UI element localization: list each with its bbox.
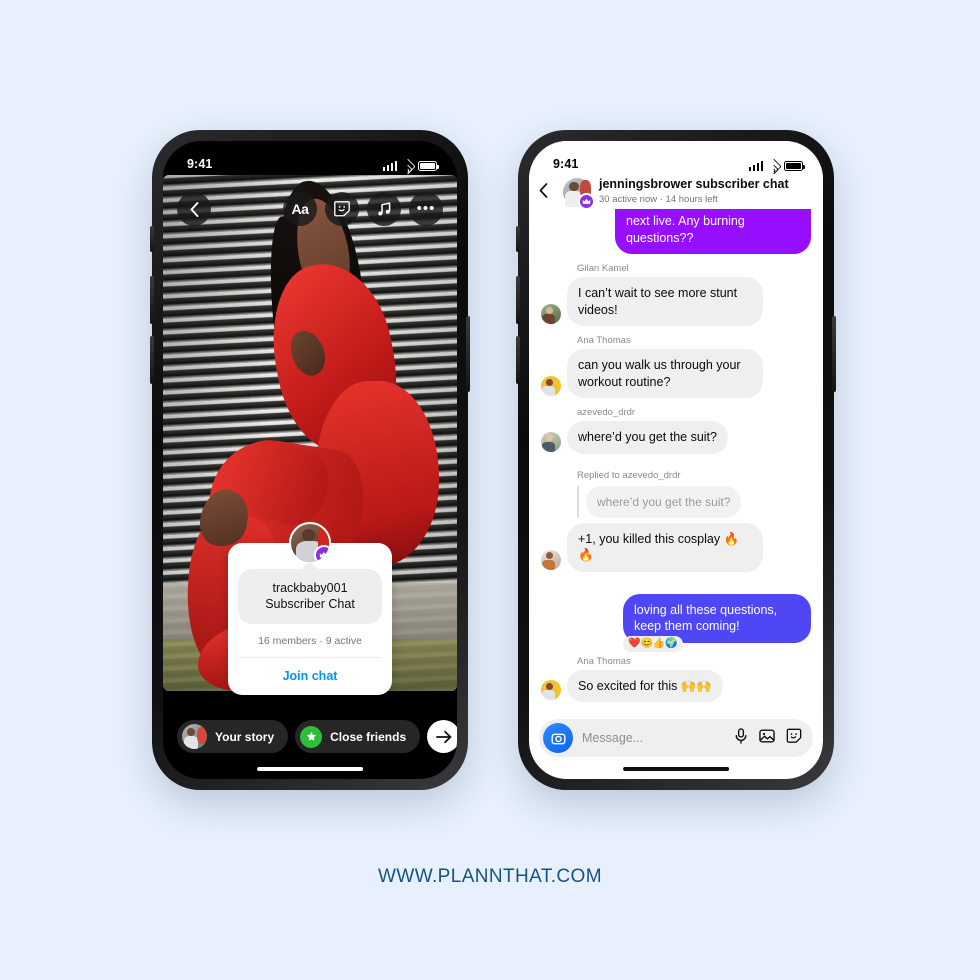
phone-mockup-story: 9:41 Aa ••• trackbaby001 Subscriber Chat… — [150, 130, 470, 790]
message-bubble[interactable]: I can’t wait to see more stunt videos! — [567, 277, 763, 326]
message-bubble[interactable]: +1, you killed this cosplay 🔥🔥 — [567, 522, 763, 572]
star-icon — [300, 725, 323, 748]
message-row: I can’t wait to see more stunt videos! — [541, 277, 811, 326]
join-chat-button[interactable]: Join chat — [238, 658, 382, 695]
status-indicators — [382, 158, 439, 175]
message-sender: Ana Thomas — [577, 335, 631, 346]
message-row: next live. Any burning questions?? — [541, 209, 811, 254]
text-tool-button[interactable]: Aa — [283, 192, 317, 226]
subscriber-card-bubble: trackbaby001 Subscriber Chat — [238, 569, 382, 624]
message-sender: Gilan Kamel — [577, 263, 629, 274]
chat-screen: 9:41 jenningsbrower subscriber chat 30 a… — [529, 141, 823, 779]
quote-bar — [577, 485, 579, 518]
avatar[interactable] — [541, 431, 561, 452]
quoted-message[interactable]: where’d you get the suit? — [577, 485, 811, 518]
avatar[interactable] — [563, 178, 595, 210]
status-bar: 9:41 — [529, 141, 823, 175]
avatar — [289, 522, 331, 564]
home-indicator — [257, 767, 363, 771]
chat-container: 9:41 jenningsbrower subscriber chat 30 a… — [529, 141, 823, 779]
cellular-bars-icon — [748, 161, 763, 171]
status-indicators — [748, 158, 805, 175]
microphone-icon[interactable] — [734, 727, 748, 749]
page-title: jenningsbrower subscriber chat — [599, 177, 789, 191]
music-note-icon[interactable] — [367, 192, 401, 226]
close-friends-button[interactable]: Close friends — [295, 720, 421, 753]
camera-icon[interactable] — [543, 723, 573, 753]
wifi-icon — [765, 158, 782, 175]
silent-switch[interactable] — [516, 226, 520, 252]
message-row: +1, you killed this cosplay 🔥🔥 — [541, 522, 811, 572]
status-time: 9:41 — [187, 157, 213, 171]
wifi-icon — [399, 158, 416, 175]
avatar — [182, 724, 207, 749]
avatar[interactable] — [541, 549, 561, 570]
reply-label: Replied to azevedo_drdr — [577, 469, 681, 481]
message-row: So excited for this 🙌🙌 — [541, 669, 811, 702]
phone-mockup-chat: 9:41 jenningsbrower subscriber chat 30 a… — [516, 130, 836, 790]
message-bubble[interactable]: can you walk us through your workout rou… — [567, 349, 763, 398]
silent-switch[interactable] — [150, 226, 154, 252]
message-row: can you walk us through your workout rou… — [541, 349, 811, 398]
subscriber-card-subtitle: Subscriber Chat — [265, 597, 355, 611]
input-icon-group — [734, 727, 802, 749]
avatar[interactable] — [541, 304, 561, 324]
back-button[interactable] — [177, 192, 211, 226]
sticker-smiley-icon[interactable] — [786, 728, 802, 749]
subscriber-chat-card[interactable]: trackbaby001 Subscriber Chat 16 members … — [228, 522, 392, 695]
story-screen: 9:41 Aa ••• trackbaby001 Subscriber Chat… — [163, 141, 457, 779]
volume-up-button[interactable] — [516, 276, 520, 324]
message-row: loving all these questions, keep them co… — [541, 593, 811, 652]
footer-website-text: WWW.PLANNTHAT.COM — [378, 866, 602, 887]
volume-down-button[interactable] — [150, 336, 154, 384]
subscriber-card-meta: 16 members · 9 active — [238, 624, 382, 658]
more-options-label: ••• — [416, 200, 436, 217]
avatar[interactable] — [541, 376, 561, 396]
subscriber-card-username: trackbaby001 — [272, 581, 348, 595]
your-story-label: Your story — [215, 729, 275, 744]
power-button[interactable] — [832, 316, 836, 392]
close-friends-label: Close friends — [330, 729, 407, 744]
story-toolbar: Aa ••• — [163, 187, 457, 231]
message-reactions[interactable]: ❤️😊👍🌍 — [623, 635, 683, 652]
image-icon[interactable] — [759, 728, 775, 749]
message-sender: Ana Thomas — [577, 655, 631, 667]
send-story-button[interactable] — [427, 720, 457, 753]
message-bubble[interactable]: So excited for this 🙌🙌 — [567, 669, 723, 702]
chat-title-group: jenningsbrower subscriber chat 30 active… — [599, 175, 789, 207]
your-story-button[interactable]: Your story — [177, 720, 289, 753]
volume-up-button[interactable] — [150, 276, 154, 324]
chat-subtitle: 30 active now · 14 hours left — [599, 194, 718, 205]
quoted-message-text: where’d you get the suit? — [586, 485, 742, 518]
sticker-smiley-icon[interactable] — [325, 192, 359, 226]
avatar[interactable] — [541, 680, 561, 700]
power-button[interactable] — [466, 316, 470, 392]
message-sender: azevedo_drdr — [577, 407, 636, 418]
more-options-button[interactable]: ••• — [409, 192, 443, 226]
reply-context: Replied to azevedo_drdr where’d you get … — [577, 470, 811, 518]
message-list[interactable]: next live. Any burning questions?? Gilan… — [529, 209, 823, 715]
status-time: 9:41 — [553, 157, 579, 171]
status-bar: 9:41 — [163, 141, 457, 175]
text-tool-label: Aa — [291, 201, 309, 217]
search-input[interactable]: Message... — [582, 731, 725, 745]
chevron-left-icon[interactable] — [539, 175, 555, 203]
message-row: where’d you get the suit? — [541, 421, 811, 454]
battery-icon — [418, 161, 439, 171]
cellular-bars-icon — [382, 161, 397, 171]
battery-icon — [784, 161, 805, 171]
volume-down-button[interactable] — [516, 336, 520, 384]
home-indicator — [623, 767, 729, 771]
message-input-bar[interactable]: Message... — [539, 719, 813, 757]
message-bubble[interactable]: where’d you get the suit? — [567, 421, 728, 454]
story-bottom-bar: Your story Close friends — [163, 720, 457, 753]
crown-badge-icon — [578, 193, 595, 210]
message-bubble[interactable]: next live. Any burning questions?? — [615, 209, 811, 254]
story-container: 9:41 Aa ••• trackbaby001 Subscriber Chat… — [163, 141, 457, 779]
story-tool-group: Aa ••• — [283, 192, 443, 226]
